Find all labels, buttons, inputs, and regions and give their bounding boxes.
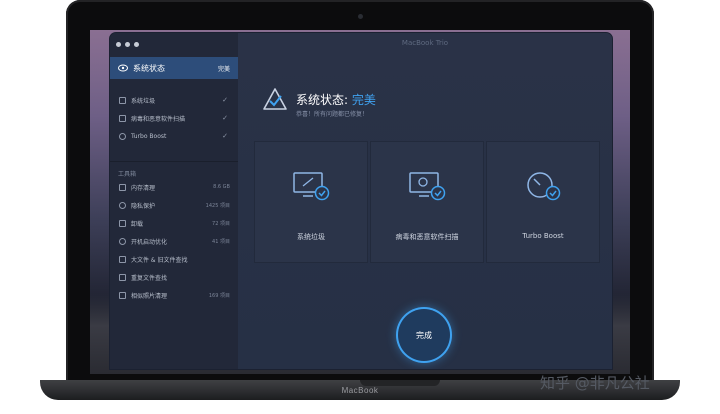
speedometer-check-icon [527, 172, 561, 201]
sidebar: 系统状态 完美 系统垃圾 ✓ 病毒和恶意软件扫描 ✓ Turbo Boost ✓… [110, 33, 239, 369]
sidebar-item-label: Turbo Boost [131, 132, 167, 140]
warning-check-icon [263, 88, 287, 110]
sidebar-item-label: 大文件 & 旧文件查找 [131, 256, 188, 264]
sidebar-item-label: 卸载 [131, 220, 144, 228]
sidebar-divider [110, 161, 238, 162]
eye-icon [118, 64, 128, 72]
item-size: 8.6 GB [213, 184, 230, 190]
sidebar-item-privacy[interactable]: 隐私保护 1425 项目 [110, 196, 238, 214]
check-icon: ✓ [222, 132, 228, 140]
status-value: 完美 [351, 92, 376, 107]
uninstall-icon [119, 219, 126, 227]
card-label: Turbo Boost [522, 232, 564, 240]
window-title: MacBook Trio [401, 39, 449, 47]
power-icon [119, 237, 126, 245]
monitor-icon [119, 96, 126, 104]
memory-icon [119, 183, 126, 191]
sidebar-item-label: 内存清理 [131, 184, 156, 192]
sidebar-item-label: 相似照片清理 [131, 292, 168, 300]
sidebar-item-label: 开机启动优化 [131, 238, 168, 246]
sidebar-item-label: 病毒和恶意软件扫描 [131, 115, 186, 123]
sidebar-item-duplicates[interactable]: 重复文件查找 [110, 268, 238, 286]
card-system-junk[interactable]: 系统垃圾 [254, 141, 368, 263]
card-turbo-boost[interactable]: Turbo Boost [486, 141, 600, 263]
monitor-scan-icon [409, 172, 446, 201]
monitor-scan-icon [119, 114, 126, 122]
sidebar-item-uninstall[interactable]: 卸载 72 项目 [110, 214, 238, 232]
item-size: 1425 项目 [205, 202, 230, 209]
item-size: 41 项目 [212, 238, 230, 245]
sidebar-item-memory-clean[interactable]: 内存清理 8.6 GB [110, 178, 238, 196]
result-cards: 系统垃圾 病毒和恶意软件扫描 Turbo Boost [254, 141, 600, 263]
card-label: 系统垃圾 [297, 233, 325, 241]
privacy-icon [119, 201, 126, 209]
folder-icon [119, 255, 126, 263]
status-label: 系统状态: [296, 92, 349, 107]
sidebar-section-title: 工具箱 [118, 171, 137, 178]
sidebar-item-malware-scan[interactable]: 病毒和恶意软件扫描 ✓ [110, 109, 238, 127]
status-title: 系统状态: 完美 [296, 91, 376, 108]
sidebar-item-system-status[interactable]: 系统状态 完美 [110, 57, 238, 79]
item-size: 72 项目 [212, 220, 230, 227]
card-malware-scan[interactable]: 病毒和恶意软件扫描 [370, 141, 484, 263]
sidebar-item-turbo-boost[interactable]: Turbo Boost ✓ [110, 127, 238, 145]
status-badge: 完美 [217, 65, 230, 73]
duplicate-icon [119, 273, 126, 281]
sidebar-item-label: 重复文件查找 [131, 274, 168, 282]
monitor-check-icon [293, 172, 330, 201]
photo-icon [119, 291, 126, 299]
app-window: 系统状态 完美 系统垃圾 ✓ 病毒和恶意软件扫描 ✓ Turbo Boost ✓… [110, 33, 612, 369]
check-icon: ✓ [222, 114, 228, 122]
speedometer-icon [119, 132, 126, 140]
sidebar-item-similar-photos[interactable]: 相似照片清理 169 项目 [110, 286, 238, 304]
minimize-window-button[interactable] [125, 42, 130, 47]
sidebar-item-label: 系统垃圾 [131, 97, 156, 105]
sidebar-item-label: 隐私保护 [131, 202, 156, 210]
done-button[interactable]: 完成 [398, 309, 450, 361]
sidebar-item-system-junk[interactable]: 系统垃圾 ✓ [110, 91, 238, 109]
check-icon: ✓ [222, 96, 228, 104]
main-panel: MacBook Trio 系统状态: 完美 恭喜！所有问题都已修复！ 系统垃圾 … [238, 33, 612, 369]
item-size: 169 项目 [208, 292, 230, 299]
window-controls [116, 42, 139, 47]
close-window-button[interactable] [116, 42, 121, 47]
camera-icon [358, 14, 363, 19]
status-header: 系统状态: 完美 [262, 87, 376, 111]
zoom-window-button[interactable] [134, 42, 139, 47]
sidebar-item-large-files[interactable]: 大文件 & 旧文件查找 [110, 250, 238, 268]
watermark: 知乎 @非凡公社 [540, 374, 650, 392]
sidebar-item-startup[interactable]: 开机启动优化 41 项目 [110, 232, 238, 250]
status-subtitle: 恭喜！所有问题都已修复！ [296, 111, 369, 118]
sidebar-item-label: 系统状态 [133, 63, 165, 73]
card-label: 病毒和恶意软件扫描 [395, 233, 459, 241]
